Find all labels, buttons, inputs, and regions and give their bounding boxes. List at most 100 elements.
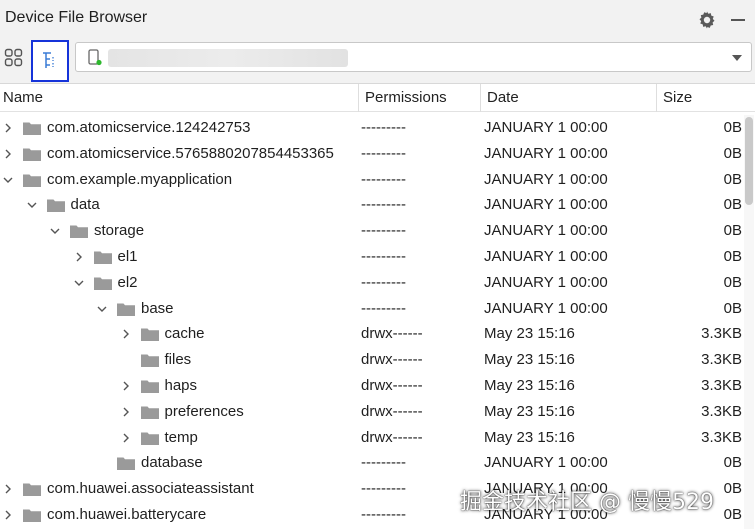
table-row[interactable]: base --------- JANUARY 1 00:00 0B — [0, 295, 742, 322]
table-row[interactable]: el2 --------- JANUARY 1 00:00 0B — [0, 269, 742, 296]
table-row[interactable]: preferences drwx------ May 23 15:16 3.3KB — [0, 398, 742, 425]
table-row[interactable]: temp drwx------ May 23 15:16 3.3KB — [0, 424, 742, 451]
file-name: data — [70, 196, 100, 214]
file-size: 0B — [723, 247, 742, 265]
file-permissions: --------- — [361, 192, 406, 219]
table-row[interactable]: files drwx------ May 23 15:16 3.3KB — [0, 347, 742, 373]
chevron-down-icon[interactable] — [3, 175, 13, 185]
chevron-right-icon[interactable] — [121, 433, 131, 443]
column-header-permissions[interactable]: Permissions — [365, 84, 447, 112]
phone-icon — [88, 49, 102, 66]
chevron-down-icon[interactable] — [50, 226, 60, 236]
table-row[interactable]: com.atomicservice.124242753 --------- JANU… — [0, 115, 742, 141]
file-size: 3.3KB — [701, 376, 742, 394]
file-date: JANUARY 1 00:00 — [484, 454, 608, 472]
folder-icon — [23, 174, 41, 187]
file-size: 0B — [723, 144, 742, 162]
file-size: 0B — [723, 196, 742, 214]
scrollbar-thumb[interactable] — [745, 117, 753, 205]
file-size: 0B — [723, 299, 742, 317]
folder-icon — [140, 354, 159, 368]
file-permissions: --------- — [361, 243, 406, 270]
minimize-icon[interactable] — [731, 19, 745, 21]
folder-icon — [23, 509, 41, 522]
file-date: May 23 15:16 — [484, 351, 575, 369]
watermark: 掘金技术社区 @ 慢慢529 — [460, 490, 714, 515]
file-date: JANUARY 1 00:00 — [484, 299, 608, 317]
file-name: database — [141, 454, 203, 472]
folder-icon — [140, 380, 159, 393]
file-name: base — [141, 299, 174, 317]
gear-icon[interactable] — [697, 10, 717, 30]
device-name — [108, 49, 348, 67]
file-name: files — [164, 351, 192, 369]
column-header-date[interactable]: Date — [487, 84, 519, 112]
file-size: 3.3KB — [701, 402, 742, 420]
chevron-down-icon[interactable] — [74, 278, 84, 288]
chevron-right-icon[interactable] — [121, 407, 131, 417]
device-selector[interactable] — [75, 42, 752, 72]
file-permissions: --------- — [361, 269, 406, 296]
chevron-right-icon[interactable] — [121, 381, 131, 391]
file-permissions: drwx------ — [361, 398, 423, 425]
file-date: JANUARY 1 00:00 — [484, 222, 608, 240]
file-date: JANUARY 1 00:00 — [484, 144, 608, 162]
chevron-right-icon[interactable] — [3, 484, 13, 494]
file-size: 0B — [723, 505, 742, 523]
file-date: May 23 15:16 — [484, 402, 575, 420]
file-size: 0B — [723, 273, 742, 291]
file-permissions: --------- — [361, 140, 406, 167]
tree-view-button[interactable] — [31, 40, 69, 82]
file-date: May 23 15:16 — [484, 325, 575, 343]
file-size: 0B — [723, 119, 742, 136]
table-row[interactable]: el1 --------- JANUARY 1 00:00 0B — [0, 243, 742, 270]
table-header: Name Permissions Date Size — [0, 84, 755, 112]
file-size: 3.3KB — [701, 428, 742, 446]
chevron-right-icon[interactable] — [74, 252, 84, 262]
column-divider[interactable] — [656, 84, 657, 112]
grid-icon[interactable] — [4, 48, 24, 68]
file-name: storage — [94, 222, 145, 240]
table-row[interactable]: com.example.myapplication --------- JANUAR… — [0, 166, 742, 193]
file-date: May 23 15:16 — [484, 376, 575, 394]
column-divider[interactable] — [480, 84, 481, 112]
file-size: 0B — [723, 222, 742, 240]
folder-icon — [117, 303, 135, 316]
chevron-right-icon[interactable] — [3, 510, 13, 520]
chevron-down-icon[interactable] — [27, 200, 37, 210]
folder-icon — [140, 432, 159, 445]
file-name: cache — [164, 325, 205, 343]
column-header-size[interactable]: Size — [663, 84, 692, 112]
folder-icon — [23, 483, 41, 497]
folder-icon — [93, 251, 112, 264]
file-name: haps — [164, 376, 198, 394]
table-row[interactable]: com.atomicservice.5765880207854453365 ---… — [0, 140, 742, 167]
folder-icon — [23, 148, 41, 161]
table-row[interactable]: data --------- JANUARY 1 00:00 0B — [0, 192, 742, 219]
table-row[interactable]: database --------- JANUARY 1 00:00 0B — [0, 450, 742, 477]
table-row[interactable]: storage --------- JANUARY 1 00:00 0B — [0, 218, 742, 244]
chevron-right-icon[interactable] — [3, 149, 13, 159]
window-title: Device File Browser — [5, 9, 148, 26]
chevron-right-icon[interactable] — [3, 123, 13, 133]
table-row[interactable]: cache drwx------ May 23 15:16 3.3KB — [0, 321, 742, 348]
file-permissions: --------- — [361, 166, 406, 193]
file-name: com.atomicservice.124242753 — [47, 119, 251, 136]
file-size: 3.3KB — [701, 351, 742, 369]
column-divider[interactable] — [358, 84, 359, 112]
file-permissions: drwx------ — [361, 424, 423, 451]
file-name: com.huawei.associateassistant — [47, 480, 254, 498]
file-permissions: --------- — [361, 501, 406, 528]
table-row[interactable]: haps drwx------ May 23 15:16 3.3KB — [0, 372, 742, 399]
file-name: el2 — [117, 273, 138, 291]
column-header-name[interactable]: Name — [3, 84, 43, 112]
chevron-right-icon[interactable] — [121, 329, 131, 339]
folder-icon — [140, 328, 159, 342]
titlebar: Device File Browser — [0, 0, 755, 38]
file-tree: com.atomicservice.124242753 --------- JANU… — [0, 115, 742, 529]
file-size: 0B — [723, 480, 742, 498]
chevron-down-icon[interactable] — [97, 304, 107, 314]
folder-icon — [70, 225, 88, 239]
chevron-down-icon[interactable] — [732, 55, 742, 61]
vertical-scrollbar[interactable] — [744, 115, 754, 529]
